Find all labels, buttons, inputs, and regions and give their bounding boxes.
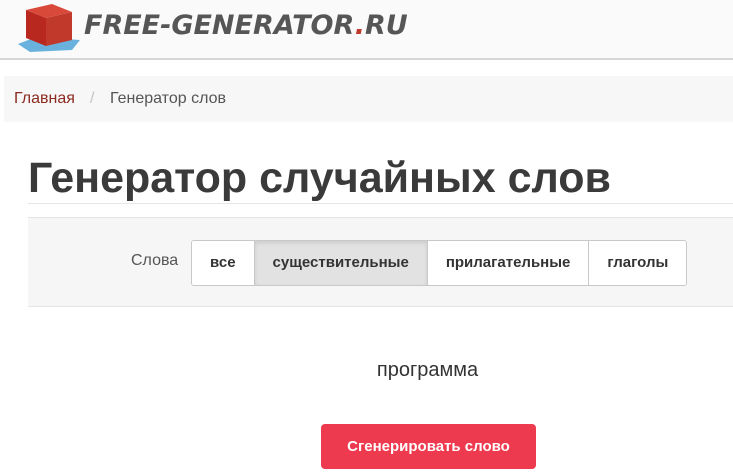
word-type-button-group: все существительные прилагательные глаго…	[191, 240, 688, 286]
logo-cube-icon[interactable]	[14, 0, 84, 56]
breadcrumb: Главная / Генератор слов	[4, 76, 733, 122]
site-logo[interactable]: FREE-GENERATOR.RU	[84, 6, 408, 46]
logo-name: FREE-GENERATOR	[84, 10, 355, 41]
breadcrumb-current: Генератор слов	[110, 90, 226, 107]
generated-word: программа	[376, 359, 479, 381]
filter-verbs-button[interactable]: глаголы	[589, 241, 687, 285]
site-header: FREE-GENERATOR.RU	[0, 0, 733, 60]
filter-label: Слова	[131, 252, 179, 269]
filter-all-button[interactable]: все	[192, 241, 255, 285]
logo-dot: .	[354, 10, 366, 41]
generate-word-button[interactable]: Сгенерировать слово	[321, 424, 536, 469]
page-title: Генератор случайных слов	[28, 154, 611, 202]
breadcrumb-home-link[interactable]: Главная	[14, 76, 75, 122]
filter-nouns-button[interactable]: существительные	[254, 241, 428, 285]
filter-adjectives-button[interactable]: прилагательные	[427, 241, 590, 285]
word-type-filter-panel: Слова все существительные прилагательные…	[28, 217, 733, 307]
logo-tld: RU	[365, 10, 408, 41]
breadcrumb-separator: /	[90, 90, 95, 107]
title-divider	[28, 203, 733, 204]
